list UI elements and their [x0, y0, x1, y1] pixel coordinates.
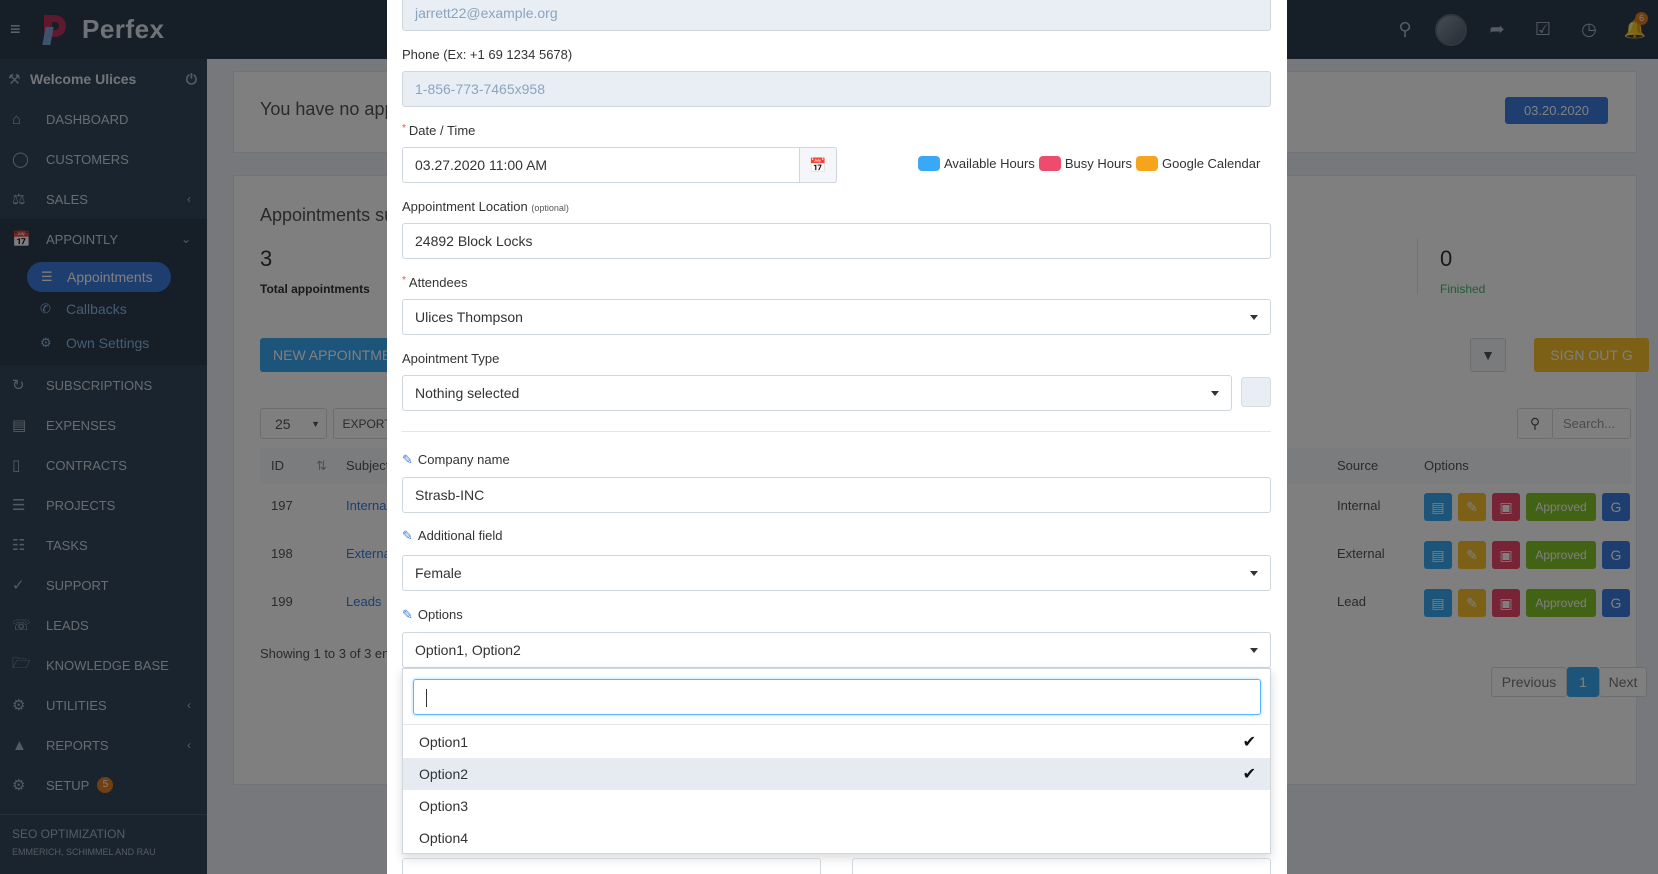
datetime-label-text: Date / Time [408, 123, 476, 138]
section-divider [402, 431, 1271, 432]
dropdown-option-label: Option1 [419, 734, 469, 750]
legend-busy: Busy Hours [1064, 156, 1133, 171]
attendees-value: Ulices Thompson [415, 309, 523, 325]
attendees-select[interactable]: Ulices Thompson [402, 299, 1271, 335]
datetime-label: * Date / Time [402, 123, 475, 138]
type-select[interactable]: Nothing selected [402, 375, 1232, 411]
available-swatch [918, 156, 940, 171]
type-color-swatch[interactable] [1241, 377, 1271, 407]
required-marker: * [402, 123, 406, 134]
dropdown-option[interactable]: Option4 [403, 822, 1270, 854]
options-label: ✎ Options [402, 607, 463, 623]
options-select[interactable]: Option1, Option2 [402, 632, 1271, 668]
edit-icon[interactable]: ✎ [402, 452, 413, 467]
check-icon: ✔ [1242, 766, 1256, 783]
google-swatch [1136, 156, 1159, 171]
location-label-text: Appointment Location [402, 199, 528, 214]
options-label-text: Options [417, 607, 463, 622]
additional-label-text: Additional field [417, 528, 503, 543]
partial-field-right[interactable] [852, 858, 1271, 874]
caret-down-icon [1250, 315, 1258, 320]
edit-icon[interactable]: ✎ [402, 607, 413, 622]
legend-available: Available Hours [944, 156, 1035, 171]
location-label: Appointment Location (optional) [402, 199, 569, 214]
additional-value: Female [415, 565, 462, 581]
options-dropdown: Option1 ✔ Option2 ✔ Option3 Option4 [402, 668, 1271, 854]
attendees-label: * Attendees [402, 275, 467, 290]
additional-select[interactable]: Female [402, 555, 1271, 591]
email-field[interactable]: jarrett22@example.org [402, 0, 1271, 31]
attendees-label-text: Attendees [408, 275, 468, 290]
company-field[interactable]: Strasb-INC [402, 477, 1271, 513]
type-label: Apointment Type [402, 351, 500, 366]
dropdown-option[interactable]: Option1 ✔ [403, 726, 1270, 758]
optional-hint: (optional) [531, 203, 569, 213]
company-label: ✎ Company name [402, 452, 510, 468]
location-field[interactable]: 24892 Block Locks [402, 223, 1271, 259]
check-icon: ✔ [1242, 734, 1256, 751]
calendar-legend: Available Hours Busy Hours Google Calend… [914, 156, 1260, 171]
busy-swatch [1038, 156, 1061, 171]
partial-field-left[interactable] [402, 858, 821, 874]
caret-down-icon [1250, 571, 1258, 576]
dropdown-option[interactable]: Option2 ✔ [403, 758, 1270, 790]
dropdown-option-label: Option4 [419, 830, 469, 846]
text-cursor [426, 689, 427, 707]
caret-down-icon [1211, 391, 1219, 396]
calendar-icon[interactable]: 📅 [799, 147, 837, 183]
caret-down-icon [1250, 648, 1258, 653]
type-value: Nothing selected [415, 385, 520, 401]
datetime-field[interactable]: 03.27.2020 11:00 AM 📅 [402, 147, 837, 183]
datetime-value: 03.27.2020 11:00 AM [415, 157, 548, 173]
dropdown-option-label: Option2 [419, 766, 469, 782]
additional-label: ✎ Additional field [402, 528, 502, 544]
company-label-text: Company name [417, 452, 510, 467]
phone-field[interactable]: 1-856-773-7465x958 [402, 71, 1271, 107]
appointment-modal: jarrett22@example.org Phone (Ex: +1 69 1… [387, 0, 1287, 874]
options-value: Option1, Option2 [415, 642, 521, 658]
dropdown-search-input[interactable] [413, 679, 1261, 715]
dropdown-option[interactable]: Option3 [403, 790, 1270, 822]
legend-google: Google Calendar [1162, 156, 1261, 171]
phone-label: Phone (Ex: +1 69 1234 5678) [402, 47, 573, 62]
dropdown-option-label: Option3 [419, 798, 469, 814]
dropdown-divider [403, 724, 1270, 725]
required-marker: * [402, 275, 406, 286]
edit-icon[interactable]: ✎ [402, 528, 413, 543]
